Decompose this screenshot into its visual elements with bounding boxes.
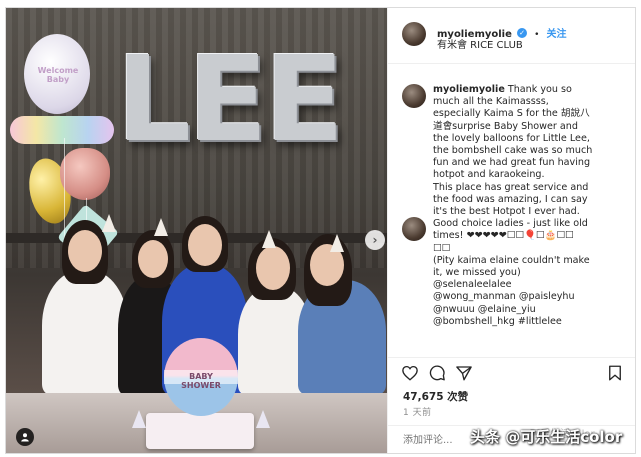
caption-line: the bombshell cake was so much (433, 145, 593, 157)
party-hat (102, 214, 116, 232)
post-header: myoliemyolie ✓ • 关注 有米會 RICE CLUB (388, 8, 635, 64)
caption-line[interactable]: @selenaleelalee (433, 279, 629, 291)
caption-author-avatar[interactable] (402, 84, 426, 108)
heart-icon[interactable] (401, 364, 419, 382)
person-face (188, 224, 222, 266)
party-hat (330, 234, 344, 252)
caption-line[interactable]: @wong_manman @paisleyhu (433, 291, 629, 303)
caption-line: This place has great service and (433, 181, 589, 193)
post-location[interactable]: 有米會 RICE CLUB (437, 36, 523, 51)
caption-line: especially Kaima S for the 胡說八 (433, 108, 590, 120)
next-photo-button[interactable]: › (365, 230, 385, 250)
person-face (68, 230, 102, 272)
caption-line: ☐☐ (433, 242, 451, 254)
author-avatar[interactable] (402, 22, 426, 46)
caption-area: myoliemyolie Thank you so much all the Kai… (388, 64, 635, 357)
caption-line[interactable]: @bombshell_hkg #littlelee (433, 316, 629, 328)
cake-text: BABY SHOWER (181, 372, 221, 390)
like-count[interactable]: 47,675 次赞 (403, 389, 468, 404)
comment-author-avatar[interactable] (402, 217, 426, 241)
welcome-baby-balloon-text: Welcome Baby (37, 66, 79, 84)
caption: myoliemyolie Thank you so much all the Kai… (433, 84, 629, 328)
party-hat (132, 410, 146, 428)
share-icon[interactable] (455, 364, 473, 382)
caption-line: fun and we had great fun having (433, 157, 591, 169)
follow-button[interactable]: 关注 (547, 29, 567, 40)
caption-line: it, we missed you) (433, 267, 521, 279)
caption-line: Thank you so (507, 84, 572, 95)
caption-line: times! ❤❤❤❤❤☐☐🎈☐🎂☐☐ (433, 230, 574, 242)
post-photo[interactable]: Welcome Baby LEE BABY SHOWER › (6, 8, 387, 453)
lee-foil-balloons: LEE (116, 30, 344, 168)
party-hat (154, 218, 168, 236)
cake-board (146, 413, 254, 449)
comment-icon[interactable] (428, 364, 446, 382)
caption-line: much all the Kaimassss, (433, 96, 549, 108)
post-timestamp[interactable]: 1 天前 (403, 405, 432, 418)
caption-line: the food was amazing, I can say (433, 193, 588, 205)
party-hat (256, 410, 270, 428)
post-side-panel: myoliemyolie ✓ • 关注 有米會 RICE CLUB myolie… (387, 8, 635, 453)
caption-line[interactable]: @nwuuu @elaine_yiu (433, 304, 629, 316)
caption-line: (Pity kaima elaine couldn't make (433, 254, 590, 266)
post-frame: Welcome Baby LEE BABY SHOWER › myoliemyo… (5, 7, 636, 454)
user-tag-icon[interactable] (16, 428, 34, 446)
source-watermark: 头条 @可乐生活color (470, 428, 623, 446)
caption-username[interactable]: myoliemyolie (433, 84, 505, 95)
person-white-dress (42, 270, 128, 394)
caption-line: hotpot and karaokeing. (433, 169, 545, 181)
person-face (256, 246, 290, 290)
person-face (138, 240, 168, 278)
caption-line: it's the best Hotpot I ever had. (433, 206, 580, 218)
caption-line: Good choice ladies - just like old (433, 218, 588, 230)
separator: • (534, 30, 540, 40)
bookmark-icon[interactable] (606, 364, 624, 382)
party-hat (262, 230, 276, 248)
rainbow-balloon (10, 116, 114, 144)
rose-heart-balloon (60, 148, 110, 200)
caption-line: the lovely balloons for Little Lee, (433, 132, 590, 144)
caption-line: 道會surprise Baby Shower and (433, 120, 578, 132)
